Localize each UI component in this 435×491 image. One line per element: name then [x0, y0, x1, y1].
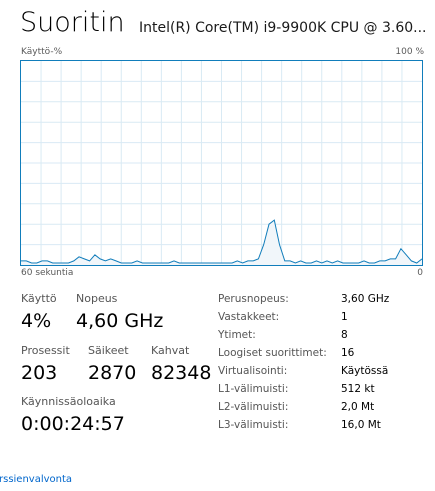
- cpu-performance-panel: Suoritin Intel(R) Core(TM) i9-9900K CPU …: [0, 0, 435, 491]
- sockets-label: Vastakkeet:: [218, 311, 280, 323]
- speed-label: Nopeus: [76, 292, 118, 305]
- processes-label: Prosessit: [21, 344, 70, 357]
- sockets-value: 1: [341, 311, 348, 323]
- threads-label: Säikeet: [88, 344, 129, 357]
- graph-max-label: 100 %: [395, 47, 424, 57]
- page-title: Suoritin: [20, 7, 125, 38]
- l1-cache-label: L1-välimuisti:: [218, 383, 289, 395]
- virtualization-label: Virtualisointi:: [218, 365, 288, 377]
- logical-processors-label: Loogiset suorittimet:: [218, 347, 327, 359]
- cores-value: 8: [341, 329, 348, 341]
- graph-time-span-label: 60 sekuntia: [21, 268, 74, 278]
- l3-cache-value: 16,0 Mt: [341, 419, 381, 431]
- handles-label: Kahvat: [151, 344, 190, 357]
- usage-label: Käyttö: [21, 292, 57, 305]
- usage-value: 4%: [21, 310, 52, 332]
- speed-value: 4,60 GHz: [76, 310, 164, 332]
- threads-value: 2870: [88, 362, 137, 384]
- processes-value: 203: [21, 362, 58, 384]
- base-speed-label: Perusnopeus:: [218, 293, 289, 305]
- logical-processors-value: 16: [341, 347, 355, 359]
- cpu-usage-graph: [20, 60, 423, 266]
- resource-monitor-link[interactable]: rssienvalvonta: [0, 474, 72, 485]
- handles-value: 82348: [151, 362, 212, 384]
- uptime-value: 0:00:24:57: [21, 413, 125, 435]
- graph-min-label: 0: [417, 268, 423, 278]
- cores-label: Ytimet:: [218, 329, 256, 341]
- cpu-model-name: Intel(R) Core(TM) i9-9900K CPU @ 3.60...: [139, 20, 427, 36]
- l3-cache-label: L3-välimuisti:: [218, 419, 289, 431]
- cpu-usage-chart: [21, 61, 422, 265]
- l2-cache-value: 2,0 Mt: [341, 401, 375, 413]
- uptime-label: Käynnissäoloaika: [21, 395, 116, 408]
- virtualization-value: Käytössä: [341, 365, 389, 377]
- graph-y-label: Käyttö-%: [21, 47, 63, 57]
- l2-cache-label: L2-välimuisti:: [218, 401, 289, 413]
- base-speed-value: 3,60 GHz: [341, 293, 390, 305]
- l1-cache-value: 512 kt: [341, 383, 375, 395]
